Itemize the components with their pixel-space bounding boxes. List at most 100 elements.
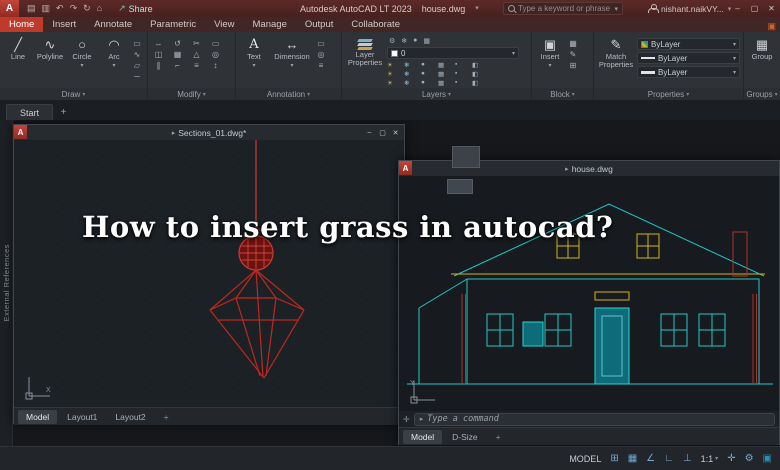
modify-tool-icon[interactable]: ▦ — [170, 50, 185, 60]
sections-title-bar[interactable]: A ▸ Sections_01.dwg* – ▢ ✕ — [14, 125, 404, 140]
object-snap-icon[interactable]: ⊥ — [683, 453, 692, 464]
modify-tool-icon[interactable]: ∥ — [151, 61, 166, 71]
line-tool[interactable]: ╱ Line — [3, 37, 33, 61]
modify-tool-icon[interactable]: △ — [189, 50, 204, 60]
maximize-button[interactable]: ▢ — [746, 0, 763, 17]
modify-tool-icon[interactable]: ≡ — [189, 61, 204, 71]
search-input[interactable] — [518, 4, 612, 13]
modify-tool-icon[interactable]: ↔ — [151, 39, 166, 49]
layer-freeze-icon[interactable]: ❄ — [401, 37, 407, 45]
polyline-tool[interactable]: ∿ Polyline — [35, 37, 65, 61]
annotation-tool-icon[interactable]: ≡ — [315, 61, 327, 71]
search-caret-icon[interactable]: ▾ — [614, 5, 618, 13]
circle-tool[interactable]: ○ Circle — [67, 37, 97, 69]
sections-tab-layout2[interactable]: Layout2 — [107, 410, 153, 424]
sections-tab-model[interactable]: Model — [18, 409, 58, 424]
layer-tool-icon[interactable]: ◧ — [472, 70, 489, 78]
redo-icon[interactable]: ↷ — [70, 3, 78, 14]
tab-annotate[interactable]: Annotate — [85, 17, 141, 32]
annotation-tool-icon[interactable]: ◎ — [315, 50, 327, 60]
sections-minimize-button[interactable]: – — [363, 129, 376, 136]
tab-output[interactable]: Output — [296, 17, 343, 32]
object-color-dropdown[interactable]: ByLayer ▾ — [637, 38, 740, 50]
sections-close-button[interactable]: ✕ — [389, 129, 402, 137]
tab-start[interactable]: Start — [6, 104, 54, 120]
grid-icon[interactable]: ⊞ — [610, 453, 618, 464]
layer-tool-icon[interactable]: ◧ — [472, 61, 489, 69]
layer-tool-icon[interactable]: ● — [421, 70, 438, 78]
arc-tool[interactable]: ◠ Arc — [99, 37, 129, 69]
match-properties-button[interactable]: ✎ Match Properties — [597, 37, 635, 69]
open-icon[interactable]: ▥ — [42, 3, 51, 14]
house-tab-model[interactable]: Model — [403, 429, 443, 444]
annotation-tool-icon[interactable]: ▭ — [315, 39, 327, 49]
draw-tool-icon[interactable]: ▱ — [131, 61, 143, 71]
panel-label-block[interactable]: Block — [532, 88, 594, 100]
tab-collaborate[interactable]: Collaborate — [342, 17, 409, 32]
sections-maximize-button[interactable]: ▢ — [376, 129, 389, 137]
draw-tool-icon[interactable]: ─ — [131, 72, 143, 82]
panel-label-draw[interactable]: Draw — [0, 88, 148, 100]
layer-tool-icon[interactable]: ❄ — [404, 79, 421, 87]
settings-gear-icon[interactable]: ⚙ — [745, 453, 754, 464]
layer-tool-icon[interactable]: ▦ — [438, 70, 455, 78]
layer-list-icon[interactable]: ▦ — [423, 37, 430, 45]
command-input[interactable]: ▸ Type a command — [413, 412, 775, 426]
layer-tool-icon[interactable]: ▦ — [438, 61, 455, 69]
block-tool-icon[interactable]: ▦ — [567, 39, 579, 49]
house-tab-dsize[interactable]: D-Size — [444, 430, 486, 444]
insert-block-tool[interactable]: ▣ Insert — [535, 37, 565, 69]
layer-tool-icon[interactable]: ☀ — [387, 70, 404, 78]
save-icon[interactable]: ▤ — [27, 3, 36, 14]
customize-command-icon[interactable]: ✛ — [403, 415, 410, 424]
house-window[interactable]: A ▸ house.dwg Y ✛ ▸ Type a command Model… — [398, 160, 780, 445]
modify-tool-icon[interactable]: ◎ — [208, 50, 223, 60]
snap-icon[interactable]: ▦ — [628, 453, 637, 464]
layer-tool-icon[interactable]: ▪ — [455, 79, 472, 87]
view-control[interactable] — [447, 179, 473, 194]
group-tool[interactable]: ▦ Group — [747, 37, 777, 61]
new-drawing-tab-button[interactable]: + — [56, 105, 71, 120]
plot-icon[interactable]: ↻ — [83, 3, 91, 14]
panel-label-layers[interactable]: Layers — [342, 88, 532, 100]
layer-tool-icon[interactable]: ▦ — [438, 79, 455, 87]
layer-tool-icon[interactable]: ● — [421, 79, 438, 87]
ribbon-options-icon[interactable]: ▣ — [767, 21, 776, 32]
tab-manage[interactable]: Manage — [244, 17, 296, 32]
layer-tool-icon[interactable]: ▪ — [455, 61, 472, 69]
layer-properties-button[interactable]: Layer Properties — [345, 37, 385, 67]
layer-dropdown[interactable]: 0 ▾ — [387, 47, 519, 59]
autocad-logo-icon[interactable]: A — [0, 0, 19, 17]
modify-tool-icon[interactable]: ↕ — [208, 61, 223, 71]
layer-on-icon[interactable]: ● — [413, 37, 417, 45]
modify-tool-icon[interactable]: ◫ — [151, 50, 166, 60]
doc-title-caret-icon[interactable]: ▾ — [475, 4, 479, 14]
share-button[interactable]: ↗ Share — [118, 3, 153, 14]
layer-tool-icon[interactable]: ☀ — [387, 61, 404, 69]
layer-tool-icon[interactable]: ▪ — [455, 70, 472, 78]
layer-tool-icon[interactable]: ❄ — [404, 61, 421, 69]
annotation-scale[interactable]: 1:1 ▾ — [701, 454, 719, 464]
modify-tool-icon[interactable]: ▭ — [208, 39, 223, 49]
model-space-toggle[interactable]: MODEL — [569, 454, 601, 464]
tab-insert[interactable]: Insert — [43, 17, 85, 32]
sections-canvas[interactable]: X — [14, 140, 404, 407]
user-menu[interactable]: nishant.naikVY... ▾ — [648, 0, 731, 17]
isolate-objects-icon[interactable]: ✛ — [727, 453, 735, 464]
layer-tool-icon[interactable]: ◧ — [472, 79, 489, 87]
minimize-button[interactable]: – — [729, 0, 746, 17]
layer-tool-icon[interactable]: ● — [421, 61, 438, 69]
polar-tracking-icon[interactable]: ∠ — [646, 453, 655, 464]
panel-label-groups[interactable]: Groups — [744, 88, 780, 100]
close-button[interactable]: ✕ — [763, 0, 780, 17]
undo-icon[interactable]: ↶ — [56, 3, 64, 14]
dimension-tool[interactable]: ↔ Dimension — [271, 37, 313, 69]
ortho-icon[interactable]: ∟ — [664, 453, 674, 464]
text-tool[interactable]: A Text — [239, 37, 269, 69]
sections-tab-layout1[interactable]: Layout1 — [59, 410, 105, 424]
modify-tool-icon[interactable]: ⌐ — [170, 61, 185, 71]
layer-tool-icon[interactable]: ❄ — [404, 70, 421, 78]
tab-home[interactable]: Home — [0, 17, 44, 32]
panel-label-modify[interactable]: Modify — [148, 88, 236, 100]
home-icon[interactable]: ⌂ — [97, 3, 102, 14]
